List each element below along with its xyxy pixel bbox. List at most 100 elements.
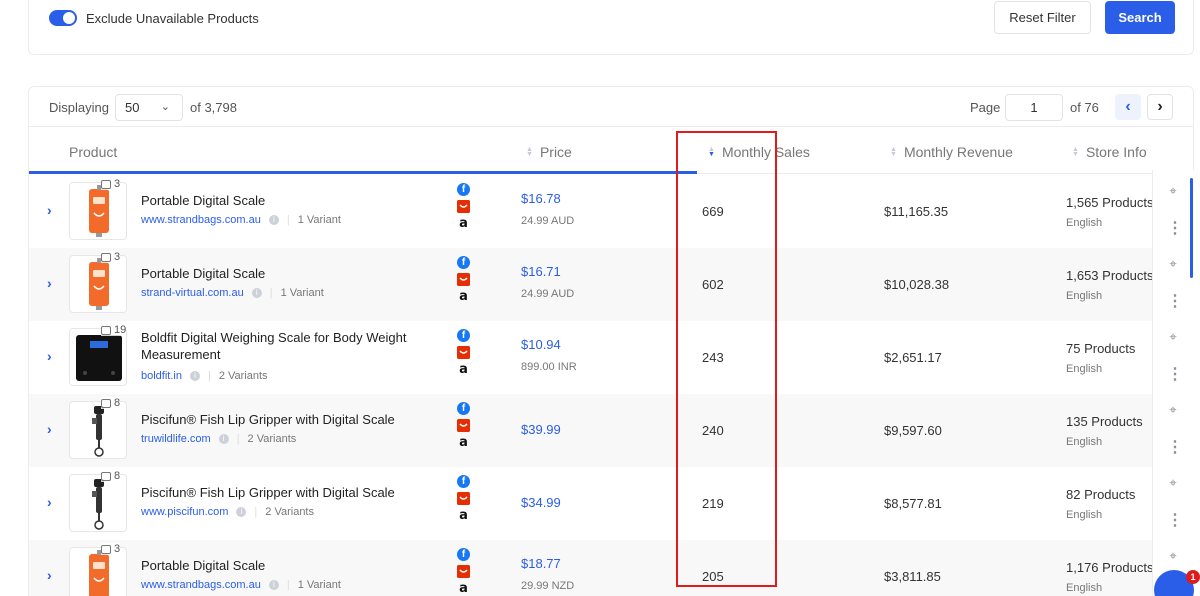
crosshair-icon[interactable]: ⌖ bbox=[1167, 183, 1179, 199]
products-table: Displaying 50 ⌄ of 3,798 Page 1 of 76 ‹ … bbox=[28, 86, 1194, 596]
product-title[interactable]: Portable Digital Scale bbox=[141, 192, 411, 209]
crosshair-icon[interactable]: ⌖ bbox=[1167, 548, 1179, 564]
aliexpress-icon[interactable] bbox=[457, 565, 470, 578]
facebook-icon[interactable]: f bbox=[457, 402, 470, 415]
store-language: English bbox=[1066, 290, 1103, 302]
displaying-label: Displaying bbox=[49, 100, 109, 115]
store-link[interactable]: boldfit.in bbox=[141, 370, 182, 382]
info-icon[interactable]: i bbox=[218, 434, 229, 444]
chevron-right-icon[interactable]: › bbox=[47, 348, 52, 364]
chevron-right-icon[interactable]: › bbox=[47, 421, 52, 437]
original-price: 24.99 AUD bbox=[521, 288, 575, 300]
more-vertical-icon[interactable]: ⋮ bbox=[1167, 364, 1183, 384]
product-title[interactable]: Piscifun® Fish Lip Gripper with Digital … bbox=[141, 484, 411, 501]
aliexpress-icon[interactable] bbox=[457, 273, 470, 286]
info-icon[interactable]: i bbox=[189, 371, 200, 381]
page-number-input[interactable]: 1 bbox=[1005, 94, 1063, 121]
facebook-icon[interactable]: f bbox=[457, 256, 470, 269]
next-page-button[interactable]: › bbox=[1147, 94, 1173, 120]
info-icon[interactable]: i bbox=[268, 215, 279, 225]
product-image[interactable] bbox=[69, 182, 127, 240]
table-header: Product ▲ ▼ Price ▲ ▼ Monthly Sales ▲ ▼ Mon… bbox=[29, 128, 1193, 174]
amazon-icon[interactable]: a bbox=[457, 362, 470, 377]
table-row[interactable]: › 19 Boldfit Digital Weighing Scale for Bo… bbox=[29, 321, 1153, 394]
total-count: of 3,798 bbox=[190, 100, 237, 115]
variant-count: 2 Variants bbox=[247, 433, 297, 445]
pagination-bar: Displaying 50 ⌄ of 3,798 Page 1 of 76 ‹ … bbox=[29, 87, 1193, 127]
image-count-badge: 3 bbox=[101, 543, 121, 555]
amazon-icon[interactable]: a bbox=[457, 508, 470, 523]
reset-filter-button[interactable]: Reset Filter bbox=[994, 1, 1091, 34]
column-header-store-info[interactable]: ▲ ▼ Store Info bbox=[1072, 144, 1147, 160]
facebook-icon[interactable]: f bbox=[457, 475, 470, 488]
info-icon[interactable]: i bbox=[251, 288, 262, 298]
column-header-price[interactable]: ▲ ▼ Price bbox=[526, 144, 572, 160]
store-link[interactable]: www.strandbags.com.au bbox=[141, 579, 261, 591]
more-vertical-icon[interactable]: ⋮ bbox=[1167, 510, 1183, 530]
facebook-icon[interactable]: f bbox=[457, 548, 470, 561]
store-product-count: 135 Products bbox=[1066, 414, 1143, 429]
product-image[interactable] bbox=[69, 255, 127, 313]
table-row[interactable]: › 3 Portable Digital Scale www.strandbags.c… bbox=[29, 540, 1153, 596]
table-row[interactable]: › 3 Portable Digital Scale www.strandbags.c… bbox=[29, 175, 1153, 248]
aliexpress-icon[interactable] bbox=[457, 419, 470, 432]
info-icon[interactable]: i bbox=[268, 580, 279, 590]
product-title[interactable]: Boldfit Digital Weighing Scale for Body … bbox=[141, 329, 411, 363]
amazon-icon[interactable]: a bbox=[457, 435, 470, 450]
chevron-right-icon[interactable]: › bbox=[47, 567, 52, 583]
product-meta: strand-virtual.com.au i | 1 Variant bbox=[141, 287, 324, 299]
crosshair-icon[interactable]: ⌖ bbox=[1167, 329, 1179, 345]
chat-notification-badge: 1 bbox=[1186, 570, 1200, 584]
product-title[interactable]: Piscifun® Fish Lip Gripper with Digital … bbox=[141, 411, 411, 428]
product-image[interactable] bbox=[69, 474, 127, 532]
product-image[interactable] bbox=[69, 401, 127, 459]
aliexpress-icon[interactable] bbox=[457, 492, 470, 505]
product-title[interactable]: Portable Digital Scale bbox=[141, 557, 411, 574]
price-value: $10.94 bbox=[521, 337, 561, 352]
chevron-right-icon[interactable]: › bbox=[47, 202, 52, 218]
column-header-monthly-revenue[interactable]: ▲ ▼ Monthly Revenue bbox=[890, 144, 1013, 160]
info-icon[interactable]: i bbox=[236, 507, 247, 517]
amazon-icon[interactable]: a bbox=[457, 289, 470, 304]
store-language: English bbox=[1066, 582, 1103, 594]
product-meta: boldfit.in i | 2 Variants bbox=[141, 370, 268, 382]
crosshair-icon[interactable]: ⌖ bbox=[1167, 475, 1179, 491]
divider: | bbox=[286, 579, 290, 591]
scrollbar[interactable] bbox=[1190, 178, 1193, 278]
per-page-select[interactable]: 50 ⌄ bbox=[115, 94, 183, 121]
monthly-revenue-value: $9,597.60 bbox=[884, 423, 942, 438]
more-vertical-icon[interactable]: ⋮ bbox=[1167, 218, 1183, 238]
table-row[interactable]: › 8 Piscifun® Fish Lip Gripper with Digita… bbox=[29, 467, 1153, 540]
amazon-icon[interactable]: a bbox=[457, 581, 470, 596]
product-title[interactable]: Portable Digital Scale bbox=[141, 265, 411, 282]
store-product-count: 82 Products bbox=[1066, 487, 1136, 502]
previous-page-button[interactable]: ‹ bbox=[1115, 94, 1141, 120]
crosshair-icon[interactable]: ⌖ bbox=[1167, 402, 1179, 418]
aliexpress-icon[interactable] bbox=[457, 200, 470, 213]
more-vertical-icon[interactable]: ⋮ bbox=[1167, 437, 1183, 457]
amazon-icon[interactable]: a bbox=[457, 216, 470, 231]
image-icon bbox=[101, 398, 111, 408]
column-label: Product bbox=[69, 144, 118, 160]
sales-channels: fa bbox=[457, 329, 470, 377]
exclude-unavailable-toggle[interactable] bbox=[49, 10, 77, 26]
store-link[interactable]: truwildlife.com bbox=[141, 433, 211, 445]
table-row[interactable]: › 8 Piscifun® Fish Lip Gripper with Digita… bbox=[29, 394, 1153, 467]
store-link[interactable]: www.piscifun.com bbox=[141, 506, 228, 518]
chevron-right-icon[interactable]: › bbox=[47, 275, 52, 291]
aliexpress-icon[interactable] bbox=[457, 346, 470, 359]
more-vertical-icon[interactable]: ⋮ bbox=[1167, 291, 1183, 311]
crosshair-icon[interactable]: ⌖ bbox=[1167, 256, 1179, 272]
column-header-product[interactable]: Product bbox=[69, 144, 117, 160]
store-link[interactable]: strand-virtual.com.au bbox=[141, 287, 244, 299]
search-button[interactable]: Search bbox=[1105, 1, 1175, 34]
product-image[interactable] bbox=[69, 328, 127, 386]
exclude-unavailable-label: Exclude Unavailable Products bbox=[86, 11, 259, 26]
chevron-right-icon[interactable]: › bbox=[47, 494, 52, 510]
image-icon bbox=[101, 325, 111, 335]
facebook-icon[interactable]: f bbox=[457, 329, 470, 342]
table-row[interactable]: › 3 Portable Digital Scale strand-virtual.c… bbox=[29, 248, 1153, 321]
facebook-icon[interactable]: f bbox=[457, 183, 470, 196]
store-language: English bbox=[1066, 509, 1103, 521]
store-link[interactable]: www.strandbags.com.au bbox=[141, 214, 261, 226]
